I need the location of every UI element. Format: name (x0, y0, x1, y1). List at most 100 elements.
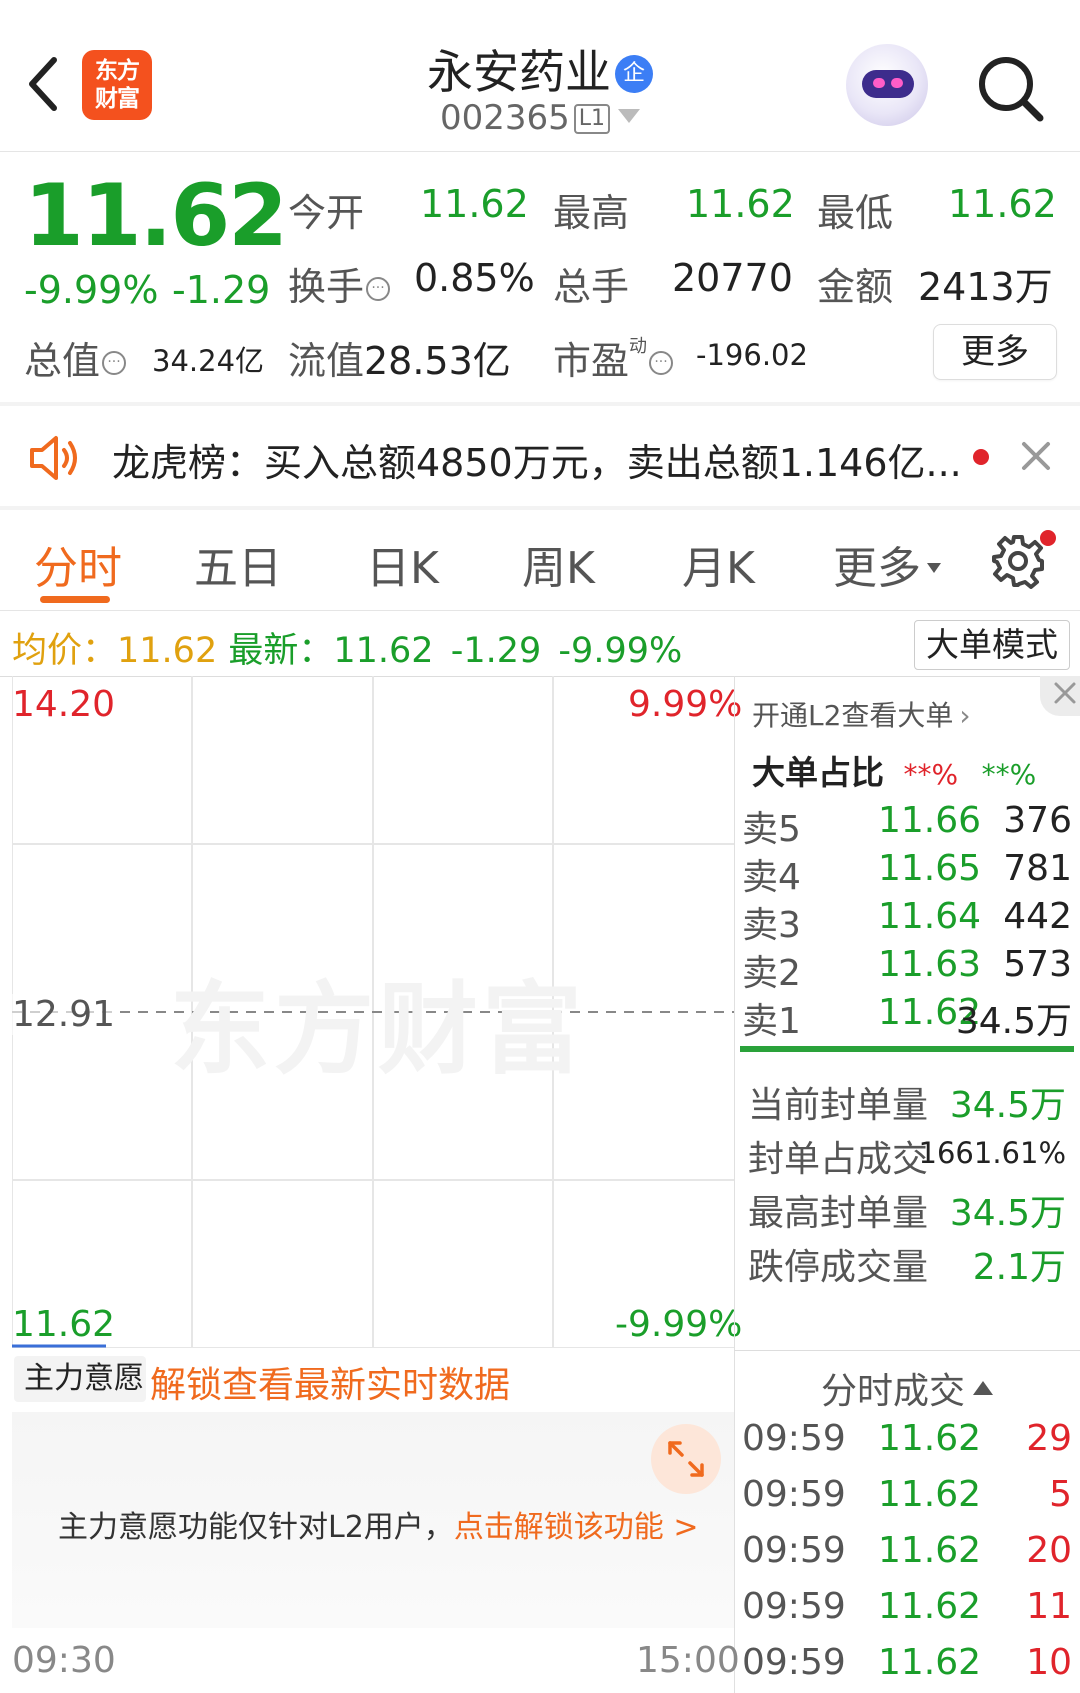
open-l2-link-text: 开通L2查看大单 (752, 699, 954, 732)
ask-4-label: 卖4 (742, 857, 801, 898)
enterprise-badge-icon[interactable]: 企 (615, 55, 653, 93)
pe-label[interactable]: 市盈动··· (553, 330, 674, 385)
big-ratio-label: 大单占比 (752, 753, 884, 792)
chevron-right-icon: › (959, 699, 971, 732)
high-label: 最高 (553, 191, 630, 235)
seal-ratio-value: 1661.61% (918, 1136, 1066, 1170)
unlock-realtime-link[interactable]: 解锁查看最新实时数据 (150, 1356, 510, 1408)
trades-title-text: 分时成交 (820, 1371, 965, 1412)
tab-more[interactable]: 更多 (833, 532, 941, 596)
tab-active-indicator (40, 596, 110, 603)
info-icon[interactable]: ··· (102, 351, 127, 375)
divider (0, 506, 1080, 510)
amount-label: 金额 (817, 265, 894, 309)
pct-bottom-label: -9.99% (615, 1304, 743, 1345)
float-cap-label: 流值 (288, 339, 365, 383)
price-top-label: 14.20 (12, 684, 116, 725)
ask-1-volume: 34.5万 (955, 1001, 1072, 1042)
robot-visor (862, 70, 914, 98)
top-header: 东方财富 永安药业企 002365 L1 (0, 0, 1080, 152)
open-label: 今开 (288, 191, 365, 235)
search-icon[interactable] (976, 54, 1046, 124)
indicator-selector[interactable]: 主力意愿 (14, 1356, 146, 1428)
volume-value: 20770 (672, 256, 793, 300)
big-order-ratio-row: 大单占比 **% **% (752, 746, 1036, 794)
market-cap-label[interactable]: 总值 ··· (24, 330, 127, 385)
announcement-text: 龙虎榜：买入总额4850万元，卖出总额1.146亿... (112, 441, 962, 485)
market-cap-label-text: 总值 (24, 339, 101, 383)
watermark-text: 东方财富 (170, 971, 586, 1088)
ai-assistant-robot-icon[interactable] (846, 44, 928, 126)
price-bottom-label: 11.62 (12, 1304, 116, 1345)
announcement-bar[interactable]: 龙虎榜：买入总额4850万元，卖出总额1.146亿... (0, 406, 1080, 506)
ask-2-label: 卖2 (742, 953, 801, 994)
close-icon[interactable] (1016, 436, 1056, 476)
time-axis-end: 15:00 (636, 1640, 740, 1681)
open-value: 11.62 (420, 182, 529, 226)
current-price: 11.62 (24, 166, 288, 266)
tab-more-label: 更多 (833, 543, 921, 594)
trade-price: 11.62 (878, 1642, 982, 1683)
seal-ratio-label: 封单占成交 (748, 1139, 929, 1180)
tab-weekly-k[interactable]: 周K (522, 532, 595, 596)
expand-button[interactable] (651, 1424, 721, 1494)
price-mid-label: 12.91 (12, 994, 116, 1035)
trade-volume: 5 (1049, 1474, 1072, 1515)
volume-label: 总手 (553, 265, 630, 309)
ask-2-price: 11.63 (878, 944, 982, 985)
turnover-label[interactable]: 换手 ··· (288, 256, 391, 311)
intraday-summary: 均价：11.62 最新：11.62 -1.29 -9.99% (12, 622, 682, 673)
latest-change: -1.29 (450, 631, 542, 671)
avg-price-value: 11.62 (117, 631, 218, 671)
unlock-feature-link[interactable]: 点击解锁该功能 > (454, 1510, 699, 1545)
tab-daily-k[interactable]: 日K (366, 532, 439, 596)
unread-dot (973, 449, 989, 465)
trade-volume: 10 (1026, 1642, 1072, 1683)
trade-time: 09:59 (742, 1586, 846, 1627)
locked-feature-message: 主力意愿功能仅针对L2用户，点击解锁该功能 > (58, 1502, 699, 1546)
avg-price-label: 均价： (12, 631, 118, 671)
ask-2-volume: 573 (1003, 944, 1072, 985)
close-icon[interactable] (1048, 678, 1080, 710)
settings-gear-icon[interactable] (990, 533, 1046, 589)
open-l2-link[interactable]: 开通L2查看大单 › (752, 694, 971, 734)
latest-change-pct: -9.99% (558, 631, 683, 671)
trades-header[interactable]: 分时成交 (734, 1362, 1080, 1414)
latest-label: 最新： (228, 631, 334, 671)
max-seal-label: 最高封单量 (748, 1193, 929, 1234)
tab-five-day[interactable]: 五日 (194, 532, 282, 596)
big-order-mode-button[interactable]: 大单模式 (914, 620, 1070, 670)
trade-time: 09:59 (742, 1418, 846, 1459)
latest-value: 11.62 (333, 631, 434, 671)
dropdown-arrow-icon (927, 563, 941, 573)
ask-5-volume: 376 (1003, 800, 1072, 841)
pct-top-label: 9.99% (628, 684, 743, 725)
trade-volume: 11 (1026, 1586, 1072, 1627)
turnover-value: 0.85% (414, 256, 535, 300)
locked-message-text: 主力意愿功能仅针对L2用户， (58, 1510, 454, 1545)
collapse-arrow-icon (973, 1381, 993, 1395)
pe-value: -196.02 (696, 338, 808, 372)
tab-intraday[interactable]: 分时 (34, 532, 122, 596)
more-quote-button[interactable]: 更多 (933, 324, 1057, 380)
info-icon[interactable]: ··· (366, 277, 391, 301)
change-percent: -9.99% (24, 268, 159, 312)
current-seal-value: 34.5万 (949, 1085, 1066, 1126)
max-seal-value: 34.5万 (949, 1193, 1066, 1234)
trade-price: 11.62 (878, 1474, 982, 1515)
current-seal-label: 当前封单量 (748, 1085, 929, 1126)
tab-monthly-k[interactable]: 月K (682, 532, 755, 596)
high-value: 11.62 (686, 182, 795, 226)
speaker-icon (30, 436, 77, 480)
stock-code: 002365 (439, 98, 570, 138)
trade-volume: 20 (1026, 1530, 1072, 1571)
panel-divider (734, 676, 735, 1693)
level-badge: L1 (573, 104, 611, 134)
amount-value: 2413万 (918, 265, 1053, 309)
ask-3-label: 卖3 (742, 905, 801, 946)
indicator-selector-label: 主力意愿 (24, 1361, 144, 1396)
time-axis-start: 09:30 (12, 1640, 116, 1681)
info-icon[interactable]: ··· (649, 351, 674, 375)
expand-icon (668, 1441, 704, 1477)
dropdown-arrow-icon[interactable] (618, 109, 641, 123)
